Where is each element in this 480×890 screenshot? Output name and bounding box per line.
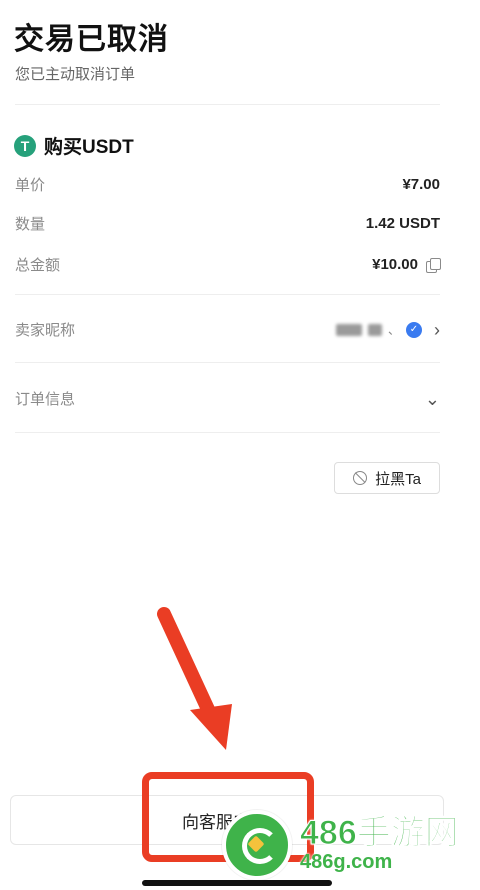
unit-price-row: 单价 ¥7.00 (15, 174, 440, 195)
order-info-label: 订单信息 (15, 391, 76, 408)
divider (15, 362, 440, 363)
divider (15, 104, 440, 105)
seller-name-suffix: 、 (387, 323, 400, 337)
verified-badge-icon: ✓ (406, 321, 422, 338)
seller-label: 卖家昵称 (15, 322, 76, 339)
chevron-right-icon: › (434, 319, 440, 340)
total-amount-label: 总金额 (15, 257, 61, 274)
page-title: 交易已取消 (14, 23, 169, 56)
quantity-value: 1.42 USDT (365, 215, 440, 232)
chevron-down-icon: ⌄ (424, 388, 440, 409)
divider (15, 432, 440, 433)
asset-header: T 购买USDT (14, 132, 134, 159)
asset-title: 购买USDT (44, 137, 134, 158)
total-amount-value-group: ¥10.00 (372, 256, 441, 273)
order-info-row[interactable]: 订单信息 ⌄ (15, 388, 440, 409)
block-user-button[interactable]: 拉黑Ta (334, 462, 440, 494)
unit-price-value: ¥7.00 (402, 176, 440, 193)
quantity-label: 数量 (15, 216, 46, 233)
page-subtitle: 您已主动取消订单 (15, 66, 136, 83)
home-indicator (142, 880, 332, 886)
watermark-text: 486手游网 486g.com (300, 814, 460, 874)
quantity-row: 数量 1.42 USDT (15, 213, 440, 234)
block-icon (353, 471, 368, 485)
watermark-title: 486手游网 (300, 814, 460, 852)
divider (15, 294, 440, 295)
seller-row[interactable]: 卖家昵称 、 ✓ › (15, 319, 440, 340)
watermark-logo-icon (222, 810, 292, 880)
annotation-arrow-icon (157, 607, 232, 750)
copy-icon[interactable] (426, 257, 441, 273)
seller-value: 、 ✓ › (335, 319, 440, 340)
tether-icon: T (14, 134, 36, 157)
total-amount-row: 总金额 ¥10.00 (15, 254, 441, 275)
block-user-label: 拉黑Ta (375, 470, 421, 488)
total-amount-value: ¥10.00 (372, 256, 418, 273)
order-detail-page: 交易已取消 您已主动取消订单 T 购买USDT 单价 ¥7.00 数量 1.42… (0, 0, 480, 890)
watermark-domain: 486g.com (300, 851, 393, 873)
site-watermark: 486手游网 486g.com (222, 810, 459, 880)
unit-price-label: 单价 (15, 177, 46, 194)
seller-name-redacted: 、 (335, 321, 400, 338)
